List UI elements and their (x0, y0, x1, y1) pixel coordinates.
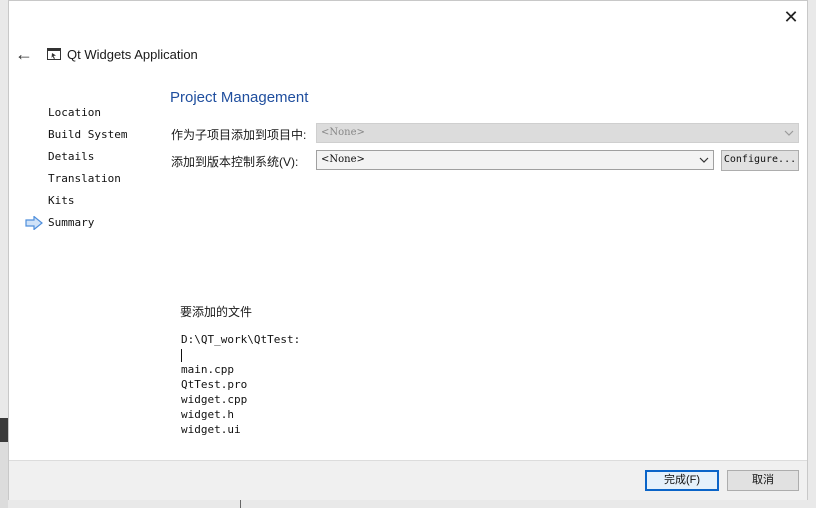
step-translation: Translation (23, 171, 127, 193)
file-item: widget.cpp (181, 393, 248, 406)
configure-button[interactable]: Configure... (721, 150, 799, 171)
wizard-title: Qt Widgets Application (67, 47, 198, 62)
text-caret-line (181, 347, 300, 362)
file-item: widget.ui (181, 423, 241, 436)
step-label: Build System (48, 128, 128, 141)
current-step-arrow-icon (25, 216, 43, 230)
dialog-footer: 完成(F) 取消 (9, 460, 807, 500)
close-button[interactable]: ✕ (781, 7, 801, 27)
step-label: Details (48, 150, 95, 163)
step-label: Location (48, 106, 101, 119)
step-summary: Summary (23, 215, 127, 237)
wizard-window-icon (47, 48, 61, 60)
vcs-combo[interactable]: <None> (316, 150, 714, 170)
chevron-down-icon (699, 157, 709, 163)
close-icon: ✕ (783, 6, 799, 27)
combo-value: <None> (321, 127, 365, 138)
cancel-button[interactable]: 取消 (727, 470, 799, 491)
step-label: Translation (48, 172, 121, 185)
files-to-add-list: D:\QT_work\QtTest: main.cpp QtTest.pro w… (181, 332, 300, 437)
file-item: widget.h (181, 408, 234, 421)
back-arrow-icon: ← (15, 43, 33, 64)
background-divider (240, 500, 241, 508)
files-directory: D:\QT_work\QtTest: (181, 333, 301, 346)
step-label: Summary (48, 216, 95, 229)
chevron-down-icon (784, 130, 794, 136)
step-location: Location (23, 105, 127, 127)
add-subproject-combo[interactable]: <None> (316, 123, 799, 143)
step-label: Kits (48, 194, 75, 207)
step-build-system: Build System (23, 127, 127, 149)
step-details: Details (23, 149, 127, 171)
new-project-wizard-dialog: ✕ ← Qt Widgets Application Location Buil… (8, 0, 808, 500)
background-window-edge (0, 418, 8, 508)
back-button[interactable]: ← (13, 44, 35, 64)
add-subproject-label: 作为子项目添加到项目中: (171, 128, 307, 142)
vcs-label: 添加到版本控制系统(V): (171, 155, 299, 169)
step-kits: Kits (23, 193, 127, 215)
file-item: main.cpp (181, 363, 234, 376)
finish-button[interactable]: 完成(F) (645, 470, 719, 491)
files-to-add-heading: 要添加的文件 (180, 305, 253, 319)
text-caret (181, 348, 182, 362)
page-title: Project Management (170, 89, 309, 106)
wizard-steps-list: Location Build System Details Translatio… (23, 105, 127, 237)
background-block (0, 418, 8, 442)
combo-value: <None> (321, 154, 365, 165)
file-item: QtTest.pro (181, 378, 248, 391)
